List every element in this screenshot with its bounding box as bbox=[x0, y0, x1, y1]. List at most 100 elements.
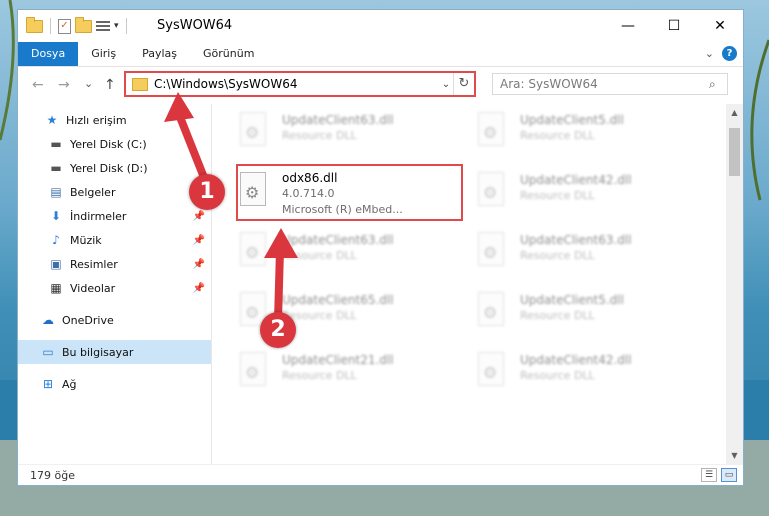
help-icon[interactable]: ? bbox=[722, 46, 737, 61]
toolbar-divider bbox=[125, 18, 127, 34]
pane-divider[interactable] bbox=[211, 104, 212, 464]
file-list: UpdateClient63.dll Resource DLL odx86.dl… bbox=[222, 104, 727, 464]
up-arrow-icon[interactable]: ↑ bbox=[104, 77, 116, 93]
sidebar-item-pictures[interactable]: ▣ Resimler 📌 bbox=[18, 252, 211, 276]
music-icon: ♪ bbox=[52, 233, 60, 247]
search-box[interactable]: Ara: SysWOW64 ⌕ bbox=[492, 73, 728, 95]
file-type: Resource DLL bbox=[282, 369, 357, 382]
file-item[interactable]: UpdateClient63.dll Resource DLL bbox=[236, 106, 464, 160]
sidebar-item-label: Hızlı erişim bbox=[66, 113, 127, 127]
file-type: Resource DLL bbox=[520, 369, 595, 382]
sidebar-item-label: Ağ bbox=[62, 377, 77, 391]
drive-icon: ▬ bbox=[50, 161, 62, 175]
customize-toolbar-icon[interactable] bbox=[96, 20, 110, 32]
search-input[interactable]: Ara: SysWOW64 bbox=[500, 77, 709, 91]
file-name: UpdateClient42.dll bbox=[520, 353, 632, 367]
dll-file-icon bbox=[474, 292, 510, 334]
pin-icon[interactable]: 📌 bbox=[193, 283, 205, 294]
sidebar-item-onedrive[interactable]: ☁ OneDrive bbox=[18, 308, 211, 332]
sidebar-item-label: İndirmeler bbox=[70, 209, 127, 223]
download-icon: ⬇ bbox=[50, 209, 62, 223]
folder-icon[interactable] bbox=[26, 16, 43, 33]
cloud-icon: ☁ bbox=[42, 313, 54, 327]
explorer-window: ✓ ▾ SysWOW64 — ☐ ✕ Dosya Giriş Paylaş Gö… bbox=[17, 9, 744, 486]
back-arrow-icon[interactable]: ← bbox=[32, 77, 44, 93]
address-path[interactable]: C:\Windows\SysWOW64 bbox=[154, 77, 439, 91]
sidebar-item-quick-access[interactable]: ★ Hızlı erişim bbox=[18, 108, 211, 132]
sidebar-item-disk-d[interactable]: ▬ Yerel Disk (D:) bbox=[18, 156, 211, 180]
forward-arrow-icon[interactable]: → bbox=[58, 77, 70, 93]
file-type: Resource DLL bbox=[520, 129, 595, 142]
dll-file-icon bbox=[474, 112, 510, 154]
file-item[interactable]: UpdateClient63.dll Resource DLL bbox=[236, 226, 464, 280]
search-icon[interactable]: ⌕ bbox=[709, 77, 727, 92]
file-item[interactable]: UpdateClient5.dll Resource DLL bbox=[474, 106, 702, 160]
navigation-bar: ← → ⌄ ↑ C:\Windows\SysWOW64 ⌄ ↻ Ara: Sys… bbox=[18, 66, 743, 103]
sidebar-item-this-pc[interactable]: ▭ Bu bilgisayar bbox=[18, 340, 211, 364]
view-toggle: ☰ ▭ bbox=[701, 468, 737, 482]
sidebar-item-downloads[interactable]: ⬇ İndirmeler 📌 bbox=[18, 204, 211, 228]
expand-ribbon-icon[interactable]: ⌄ bbox=[705, 47, 714, 60]
file-type: Resource DLL bbox=[282, 129, 357, 142]
sidebar-item-music[interactable]: ♪ Müzik 📌 bbox=[18, 228, 211, 252]
file-type: Resource DLL bbox=[282, 249, 357, 262]
window-title: SysWOW64 bbox=[157, 18, 233, 33]
pin-icon[interactable]: 📌 bbox=[193, 211, 205, 222]
details-view-icon[interactable]: ☰ bbox=[701, 468, 717, 482]
file-item[interactable]: UpdateClient42.dll Resource DLL bbox=[474, 346, 702, 400]
tab-gorunum[interactable]: Görünüm bbox=[190, 42, 267, 66]
documents-icon: ▤ bbox=[50, 185, 62, 199]
file-item[interactable]: UpdateClient42.dll Resource DLL bbox=[474, 166, 702, 220]
tab-paylas[interactable]: Paylaş bbox=[129, 42, 190, 66]
recent-locations-icon[interactable]: ⌄ bbox=[84, 77, 93, 90]
file-name: UpdateClient63.dll bbox=[282, 113, 394, 127]
dll-file-icon bbox=[474, 352, 510, 394]
tab-giris[interactable]: Giriş bbox=[78, 42, 129, 66]
refresh-icon[interactable]: ↻ bbox=[453, 73, 474, 95]
title-bar: ✓ ▾ SysWOW64 — ☐ ✕ bbox=[18, 10, 743, 42]
sidebar-item-label: Müzik bbox=[70, 233, 102, 247]
sidebar-item-label: OneDrive bbox=[62, 313, 114, 327]
scroll-thumb[interactable] bbox=[729, 128, 740, 176]
chevron-down-icon[interactable]: ⌄ bbox=[439, 79, 453, 90]
pin-icon[interactable]: 📌 bbox=[193, 259, 205, 270]
quick-access-toolbar: ✓ ▾ bbox=[26, 16, 130, 34]
file-highlight-box bbox=[236, 164, 463, 221]
navigation-pane: ★ Hızlı erişim ▬ Yerel Disk (C:) ▬ Yerel… bbox=[18, 104, 211, 464]
file-name: UpdateClient63.dll bbox=[282, 233, 394, 247]
maximize-button[interactable]: ☐ bbox=[651, 10, 697, 42]
vertical-scrollbar[interactable]: ▲ ▼ bbox=[726, 104, 743, 464]
pictures-icon: ▣ bbox=[50, 257, 62, 271]
close-button[interactable]: ✕ bbox=[697, 10, 743, 42]
video-icon: ▦ bbox=[50, 281, 62, 295]
scroll-up-icon[interactable]: ▲ bbox=[726, 104, 743, 121]
sidebar-item-network[interactable]: ⊞ Ağ bbox=[18, 372, 211, 396]
dll-file-icon bbox=[236, 112, 272, 154]
sidebar-item-videos[interactable]: ▦ Videolar 📌 bbox=[18, 276, 211, 300]
callout-step-2: 2 bbox=[260, 312, 296, 348]
sidebar-item-label: Belgeler bbox=[70, 185, 116, 199]
file-item[interactable]: UpdateClient63.dll Resource DLL bbox=[474, 226, 702, 280]
file-item[interactable]: UpdateClient21.dll Resource DLL bbox=[236, 346, 464, 400]
sidebar-item-label: Yerel Disk (C:) bbox=[70, 137, 147, 151]
minimize-button[interactable]: — bbox=[605, 10, 651, 42]
dll-file-icon bbox=[236, 232, 272, 274]
file-type: Resource DLL bbox=[520, 189, 595, 202]
network-icon: ⊞ bbox=[42, 377, 54, 391]
file-item[interactable]: UpdateClient5.dll Resource DLL bbox=[474, 286, 702, 340]
pin-icon[interactable]: 📌 bbox=[193, 235, 205, 246]
window-controls: — ☐ ✕ bbox=[605, 10, 743, 42]
chevron-down-icon[interactable]: ▾ bbox=[114, 21, 119, 31]
properties-check-icon[interactable]: ✓ bbox=[58, 18, 71, 34]
new-folder-icon[interactable] bbox=[75, 16, 92, 33]
computer-icon: ▭ bbox=[42, 345, 54, 359]
sidebar-item-documents[interactable]: ▤ Belgeler 📌 bbox=[18, 180, 211, 204]
status-bar: 179 öğe ☰ ▭ bbox=[18, 464, 743, 487]
address-bar[interactable]: C:\Windows\SysWOW64 ⌄ ↻ bbox=[124, 71, 476, 97]
sidebar-item-disk-c[interactable]: ▬ Yerel Disk (C:) bbox=[18, 132, 211, 156]
file-name: UpdateClient5.dll bbox=[520, 293, 624, 307]
tab-dosya[interactable]: Dosya bbox=[18, 42, 79, 66]
file-type: Resource DLL bbox=[520, 249, 595, 262]
scroll-down-icon[interactable]: ▼ bbox=[726, 447, 743, 464]
tiles-view-icon[interactable]: ▭ bbox=[721, 468, 737, 482]
